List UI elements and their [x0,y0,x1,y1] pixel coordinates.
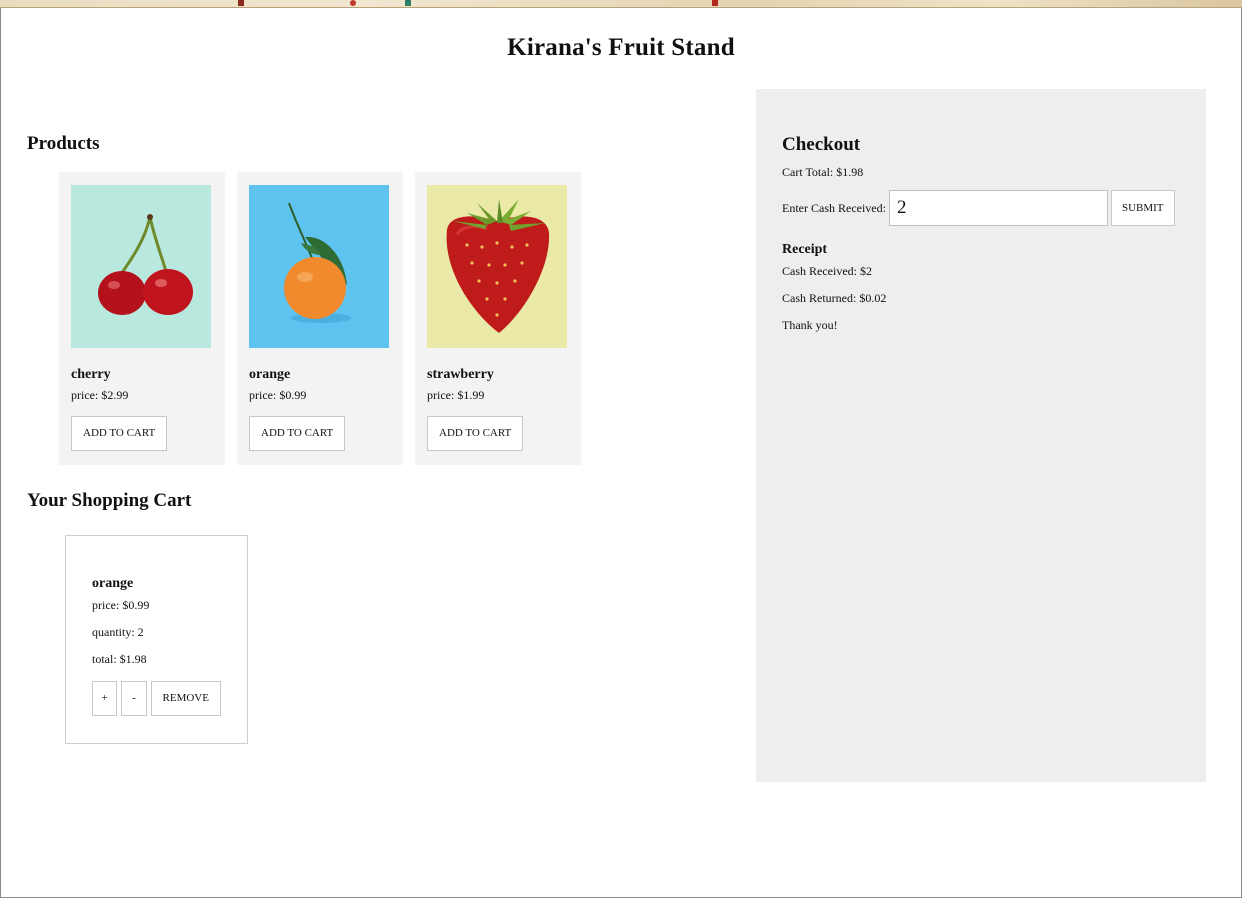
add-to-cart-button-orange[interactable]: ADD TO CART [249,416,346,451]
thank-you-message: Thank you! [782,318,838,332]
product-card-strawberry: strawberry price: $1.99 ADD TO CART [415,172,581,465]
product-card-cherry: cherry price: $2.99 ADD TO CART [59,172,225,465]
bookmark-icon [712,0,718,6]
strawberry-icon [446,199,550,333]
products-heading: Products [27,133,100,154]
cherry-icon [98,214,193,315]
cart-item-total: total: $1.98 [92,652,147,666]
cart-item-quantity: quantity: 2 [92,625,144,639]
cart-item-price: price: $0.99 [92,598,150,612]
orange-image [249,185,389,348]
page-title: Kirana's Fruit Stand [507,34,735,61]
bookmark-icon [350,0,356,6]
cash-returned-value: Cash Returned: $0.02 [782,291,887,305]
checkout-panel: Checkout Cart Total: $1.98 Enter Cash Re… [756,89,1206,782]
add-to-cart-button-cherry[interactable]: ADD TO CART [71,416,168,451]
decrease-quantity-button[interactable]: - [121,681,147,716]
checkout-heading: Checkout [782,134,861,155]
cash-received-input[interactable] [888,190,1108,226]
product-price: price: $2.99 [71,388,129,402]
orange-icon [284,202,351,323]
bookmark-icon [405,0,411,6]
product-name: cherry [71,367,111,382]
product-name: orange [249,367,291,382]
remove-item-button[interactable]: REMOVE [150,681,221,716]
browser-top-strip [0,0,1242,8]
product-price: price: $1.99 [427,388,485,402]
product-name: strawberry [427,367,494,382]
strawberry-image [427,185,567,348]
cart-total: Cart Total: $1.98 [782,165,864,179]
cart-item-orange: orange price: $0.99 quantity: 2 total: $… [65,535,248,744]
cash-received-value: Cash Received: $2 [782,264,872,278]
cart-heading: Your Shopping Cart [27,490,192,511]
product-price: price: $0.99 [249,388,307,402]
cash-received-row: Enter Cash Received: SUBMIT [782,190,1180,226]
receipt-heading: Receipt [782,242,828,257]
product-card-orange: orange price: $0.99 ADD TO CART [237,172,403,465]
cart-item-name: orange [92,576,134,591]
cherry-image [71,185,211,348]
bookmark-icon [238,0,244,6]
add-to-cart-button-strawberry[interactable]: ADD TO CART [427,416,524,451]
increase-quantity-button[interactable]: + [92,681,118,716]
cash-received-label: Enter Cash Received: [782,200,886,215]
submit-button[interactable]: SUBMIT [1110,190,1175,226]
cart-item-controls: + - REMOVE [92,681,221,716]
